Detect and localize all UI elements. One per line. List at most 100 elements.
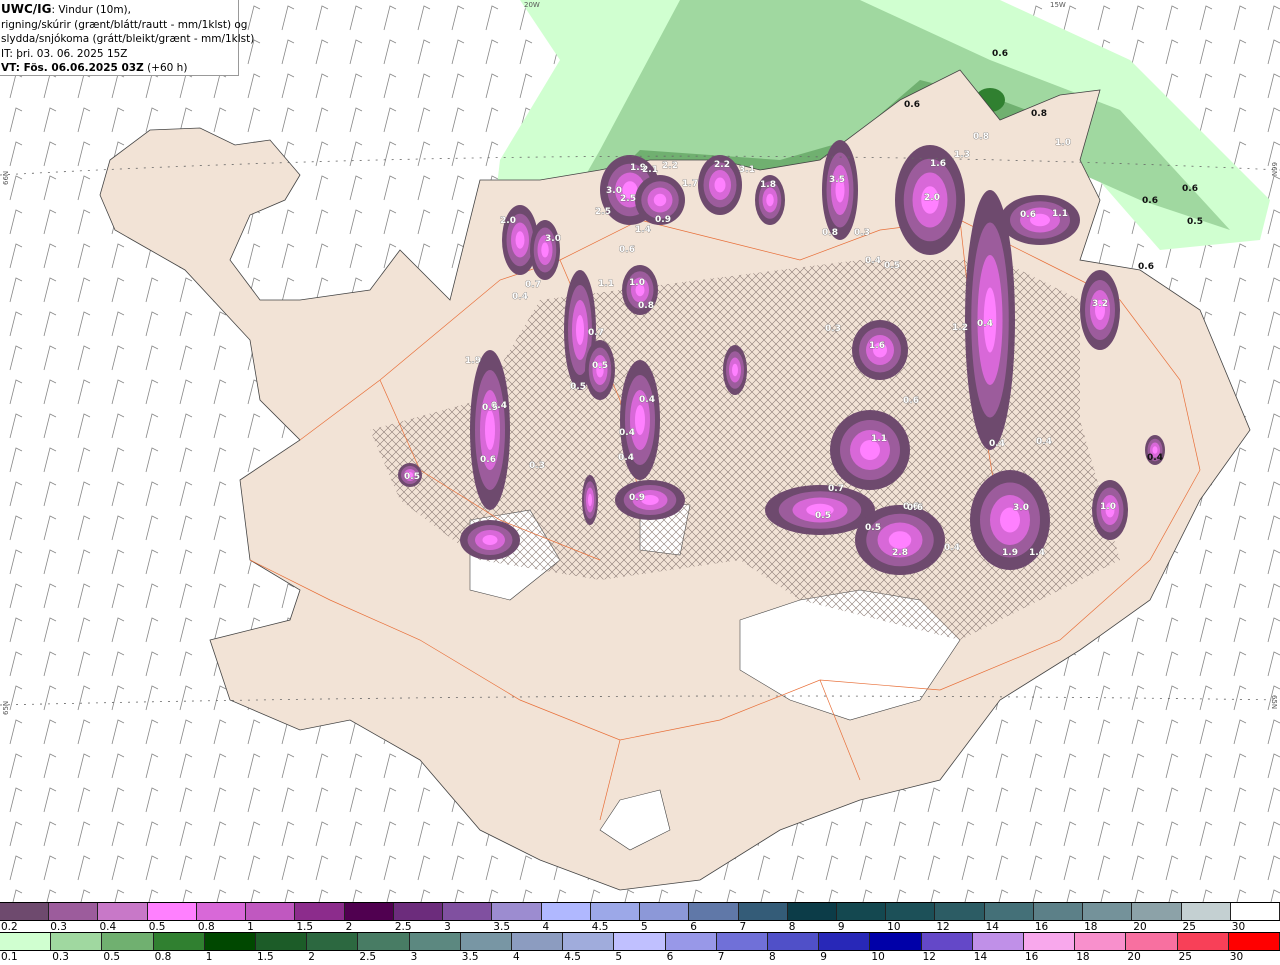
snow-legend: 0.2 0.3 0.4 0.5 0.8 1 1.5 2 2.5 3 3.5 4 4.5 5 6 7 8 9 10 12… [0,902,1280,935]
snow-swatch [689,903,739,920]
snow-swatch [836,903,887,920]
rain-swatch [1024,933,1076,950]
snow-blob [541,242,549,258]
rain-swatch [665,933,717,950]
precip-value-label: 3.0 [1013,503,1029,513]
snow-swatch [984,903,1034,920]
precip-value-label: 0.3 [825,324,841,334]
rain-label: 3 [410,951,418,963]
rain-label: 0.3 [52,951,69,963]
precip-value-label: 0.4 [639,395,655,405]
snow-swatch [295,903,345,920]
title-line3: slydda/snjókoma (grátt/bleikt/grænt - mm… [1,33,255,45]
rain-swatch [1228,933,1280,950]
snow-blob [653,193,667,207]
precip-value-label: 1.2 [952,323,968,333]
snow-swatch [1181,903,1231,920]
precip-value-label: 0.4 [1036,437,1052,447]
rain-swatch [460,933,513,950]
precip-value-label: 1.0 [1055,138,1071,148]
precip-value-label: 1.3 [954,150,970,160]
precip-value-label: 0.4 [512,292,528,302]
map-title: UWC/IG: Vindur (10m), rigning/skúrir (gr… [0,0,255,76]
snow-blob [482,535,498,545]
precip-value-label: 0.3 [529,461,545,471]
precip-value-label: 0.6 [903,396,919,406]
title-line2: rigning/skúrir (grænt/blátt/rautt - mm/1… [1,18,248,31]
snow-swatch [246,903,296,920]
precip-value-label: 1.9 [1002,548,1018,558]
rain-label: 4 [513,951,520,963]
rain-label: 0.1 [1,951,18,963]
precip-value-label: 1.4 [1029,548,1045,558]
rain-label: 18 [1076,951,1090,963]
snow-swatch [196,903,247,920]
precip-value-label: 1.0 [629,278,645,288]
rain-swatch [256,933,308,950]
precip-value-label: 2.0 [924,193,940,203]
precip-value-label: 0.4 [1147,453,1163,463]
rain-swatch [512,933,564,950]
precip-value-label: 1.0 [1100,502,1116,512]
precip-value-label: 0.5 [884,261,900,271]
precip-value-label: 1.8 [760,180,776,190]
precip-value-label: 0.3 [854,228,870,238]
precip-value-label: 1.9 [465,356,481,366]
precip-value-label: 0.5 [815,511,831,521]
precip-value-label: 0.6 [1138,262,1154,272]
snow-swatch [886,903,936,920]
model-name: UWC/IG [1,2,52,16]
snow-swatch [492,903,542,920]
rain-label: 2.5 [359,951,377,963]
precip-value-label: 2.2 [714,160,730,170]
precip-value-label: 0.4 [944,543,960,553]
precip-value-label: 0.6 [1020,210,1036,220]
snow-swatch [1033,903,1084,920]
precip-value-label: 0.5 [570,382,586,392]
rain-label: 25 [1178,951,1192,963]
precip-value-label: 0.8 [638,301,654,311]
snow-swatch [738,903,788,920]
precip-value-label: 1.4 [635,225,651,235]
rain-swatch [819,933,871,950]
rain-swatch [716,933,769,950]
snow-swatch [935,903,985,920]
snow-blob [485,410,495,450]
snow-blob [576,315,584,345]
precip-value-label: 3.1 [739,165,755,175]
rain-swatch [102,933,154,950]
precip-value-label: 3.0 [545,234,561,244]
precip-value-label: 0.6 [480,455,496,465]
precip-value-label: 0.6 [619,245,635,255]
rain-legend: 0.1 0.3 0.5 0.8 1 1.5 2 2.5 3 3.5 4 4.5 5 6 7 8 9 10 12 14 1… [0,932,1280,965]
rain-label: 1 [205,951,213,963]
precip-value-label: 0.5 [404,472,420,482]
precip-value-label: 0.5 [482,403,498,413]
snow-swatch [0,903,50,920]
lead-time: (+60 h) [143,62,188,74]
snow-swatch [1230,903,1280,920]
snow-blob [888,531,912,549]
rain-label: 14 [973,951,988,963]
precip-value-label: 2.5 [620,194,636,204]
snow-blob [732,363,738,377]
precip-value-label: 3.2 [1092,299,1108,309]
rain-label: 1.5 [257,951,274,963]
precip-value-label: 0.6 [904,100,920,110]
rain-swatch [51,933,103,950]
precip-value-label: 0.7 [588,328,604,338]
rain-swatch [972,933,1025,950]
rain-swatch [921,933,973,950]
precip-value-label: 0.5 [1187,217,1203,227]
snow-blob [635,405,645,435]
precip-value-label: 2.1 [642,165,658,175]
rain-label: 0.8 [154,951,172,963]
rain-swatch [870,933,922,950]
rain-swatch [563,933,615,950]
precip-value-label: 0.6 [1142,196,1158,206]
precip-value-label: 1.1 [598,279,614,289]
snow-swatch [49,903,99,920]
precip-value-label: 0.8 [822,228,838,238]
rain-label: 16 [1025,951,1039,963]
rain-swatch [1177,933,1229,950]
